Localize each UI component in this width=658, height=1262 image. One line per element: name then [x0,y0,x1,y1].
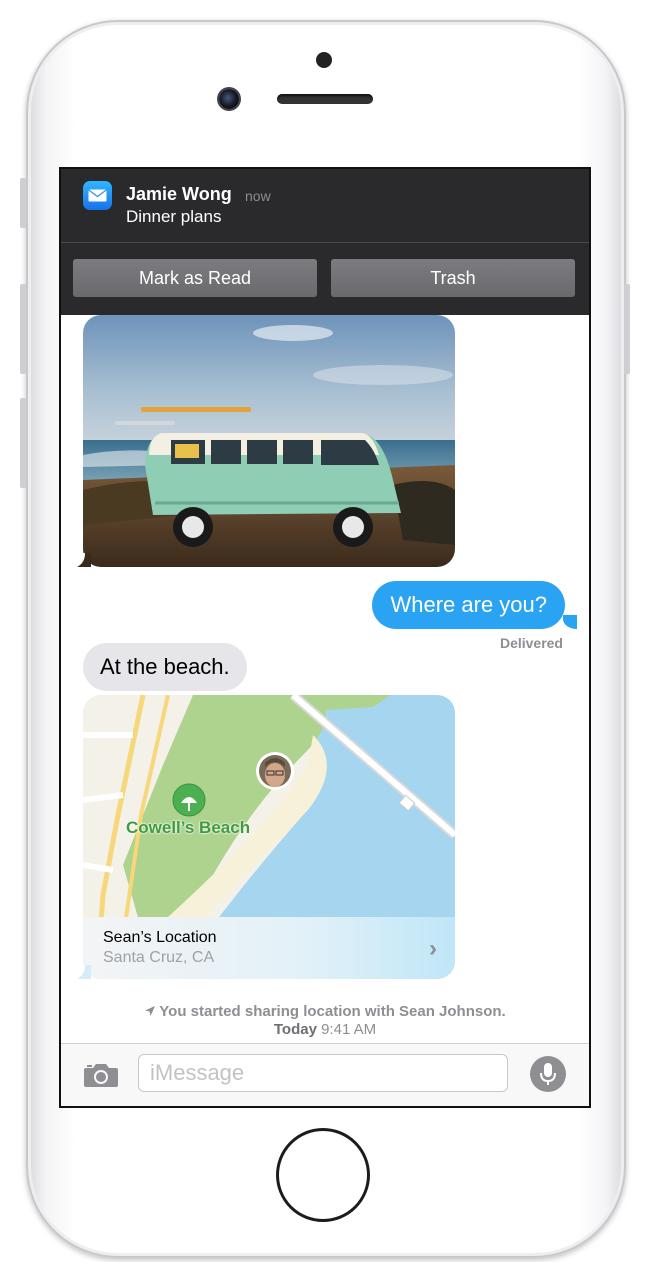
notification-divider [61,242,589,243]
proximity-sensor [316,52,332,68]
home-button[interactable] [276,1128,370,1222]
map-place-label: Cowell’s Beach [126,818,251,837]
outgoing-message-bubble[interactable]: Where are you? [372,581,565,629]
outgoing-bubble-tail [563,615,577,629]
front-camera [219,89,239,109]
microphone-button[interactable] [530,1056,566,1092]
timestamp-day: Today [273,1021,317,1038]
notification-time: now [245,188,271,204]
trash-button[interactable]: Trash [331,259,575,297]
location-footer[interactable]: Sean’s Location Santa Cruz, CA › [83,917,455,979]
power-button [624,284,630,374]
incoming-message-bubble[interactable]: At the beach. [83,643,247,691]
delivery-status: Delivered [499,635,563,651]
notification-message: Dinner plans [126,207,222,226]
screen: Jamie Wong now Dinner plans Mark as Read… [59,167,591,1108]
mail-icon [83,181,112,210]
microphone-icon [540,1063,556,1085]
volume-down-button [20,398,26,488]
van-photo [83,315,455,567]
mark-as-read-button[interactable]: Mark as Read [73,259,317,297]
map-bubble-tail [75,965,91,979]
timestamp-time: 9:41 AM [321,1021,377,1038]
message-timestamp: Today 9:41 AM [61,1021,589,1038]
location-sharing-text: You started sharing location with Sean J… [159,1003,506,1020]
volume-up-button [20,284,26,374]
notification-banner[interactable]: Jamie Wong now Dinner plans Mark as Read… [61,169,589,315]
location-sharing-note: You started sharing location with Sean J… [61,1003,589,1020]
photo-bubble-tail [75,553,91,567]
earpiece [277,94,373,104]
notification-sender: Jamie Wong [126,184,232,204]
message-input-bar: iMessage [61,1043,589,1106]
camera-icon[interactable] [83,1062,119,1088]
location-arrow-icon [145,1006,156,1016]
photo-message[interactable] [83,315,455,567]
chevron-right-icon[interactable]: › [429,935,437,963]
location-map-bubble[interactable]: Cowell’s Beach Sean’s Location Santa Cru… [83,695,455,979]
mute-switch [20,178,26,228]
location-title: Sean’s Location [103,929,217,946]
location-subtitle: Santa Cruz, CA [103,949,215,966]
imessage-input[interactable]: iMessage [138,1054,508,1092]
